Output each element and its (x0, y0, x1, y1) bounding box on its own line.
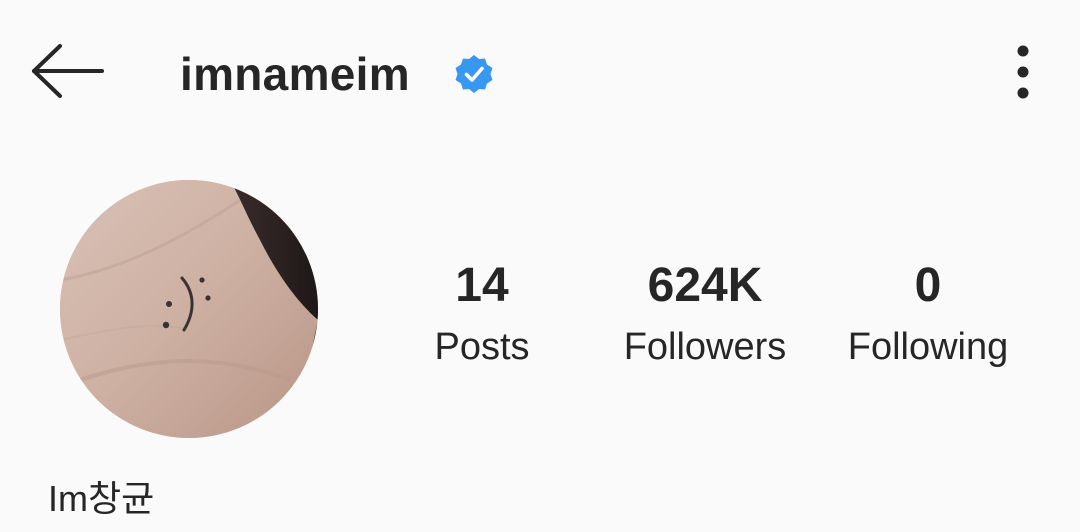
posts-count: 14 (455, 259, 509, 312)
verified-badge-icon (455, 55, 493, 93)
followers-stat[interactable]: 624K Followers (605, 250, 805, 372)
posts-label: Posts (434, 326, 530, 368)
followers-count: 624K (647, 259, 763, 312)
more-vertical-icon (1017, 45, 1029, 99)
following-count: 0 (914, 259, 942, 312)
back-button[interactable] (28, 38, 112, 104)
following-stat[interactable]: 0 Following (828, 250, 1028, 372)
profile-username: imnameim (180, 48, 410, 100)
following-label: Following (847, 326, 1009, 368)
more-options-button[interactable] (1000, 40, 1046, 104)
avatar[interactable] (60, 180, 318, 438)
avatar-image (60, 180, 318, 438)
followers-label: Followers (623, 326, 787, 368)
profile-screen: imnameim 14 Posts 624K Followers 0 Follo… (0, 0, 1080, 532)
display-name: Im창균 (48, 478, 155, 519)
arrow-left-icon (32, 44, 104, 98)
posts-stat[interactable]: 14 Posts (382, 250, 582, 372)
